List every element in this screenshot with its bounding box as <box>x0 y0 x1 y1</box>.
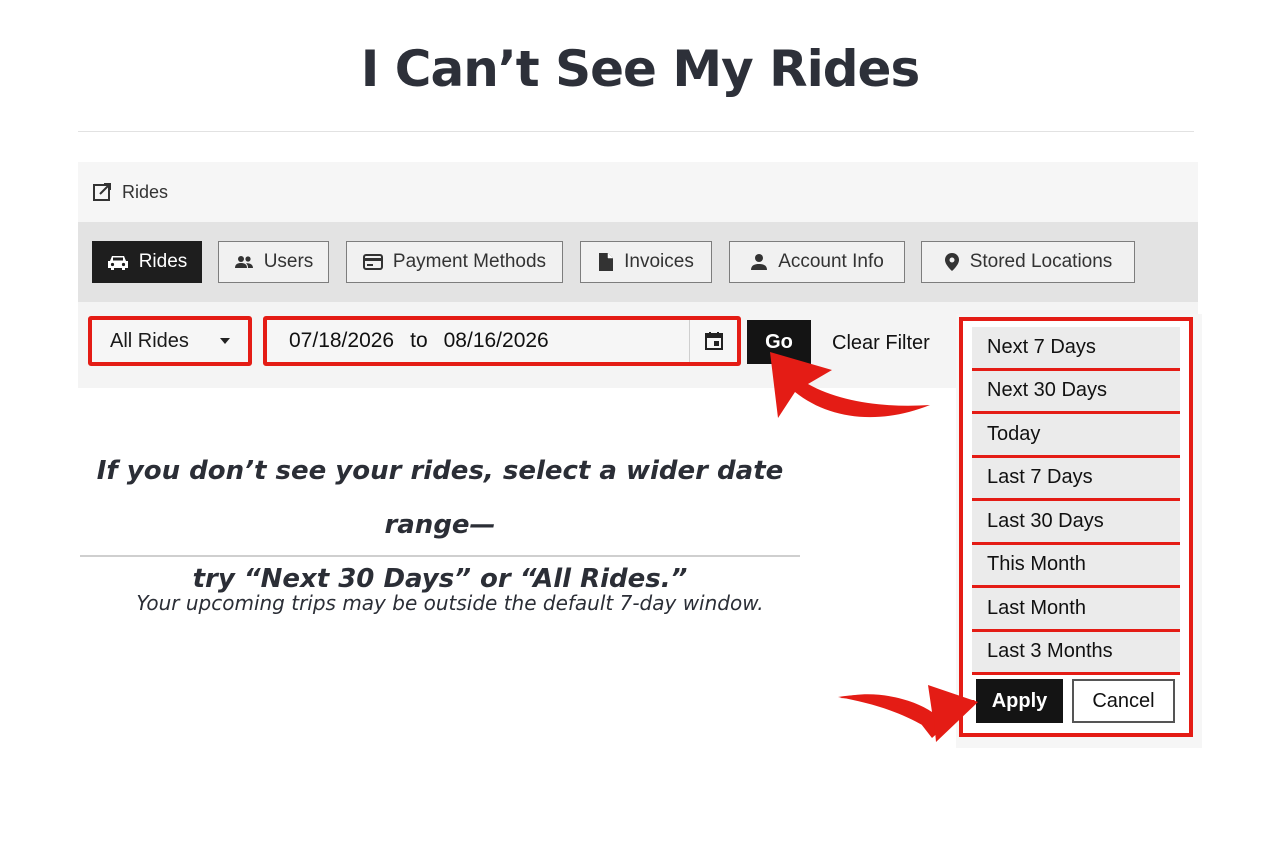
tab-stored-locations[interactable]: Stored Locations <box>921 241 1135 283</box>
range-option-next-7-days[interactable]: Next 7 Days <box>972 327 1180 371</box>
credit-card-icon <box>362 254 383 270</box>
main-nav: Rides Users Payment Methods Invoices Acc… <box>78 222 1198 302</box>
person-icon <box>750 253 768 271</box>
tab-users[interactable]: Users <box>218 241 329 283</box>
tab-stored-locations-label: Stored Locations <box>969 251 1113 272</box>
range-menu-actions: Apply Cancel <box>976 679 1175 723</box>
range-option-last-7-days[interactable]: Last 7 Days <box>972 457 1180 501</box>
callout-subtext: Your upcoming trips may be outside the d… <box>136 591 764 615</box>
range-option-this-month[interactable]: This Month <box>972 544 1180 588</box>
clear-filter-link[interactable]: Clear Filter <box>832 332 930 355</box>
callout-divider <box>80 555 800 557</box>
range-option-last-3-months[interactable]: Last 3 Months <box>972 631 1180 675</box>
users-icon <box>234 255 254 269</box>
go-button[interactable]: Go <box>747 320 811 364</box>
range-option-next-30-days[interactable]: Next 30 Days <box>972 370 1180 414</box>
tab-invoices[interactable]: Invoices <box>580 241 712 283</box>
document-icon <box>598 252 614 272</box>
callout-line-1: If you don’t see your rides, select a wi… <box>96 456 784 540</box>
tab-payment-methods-label: Payment Methods <box>392 251 547 272</box>
rides-select-highlight <box>88 316 252 366</box>
tab-account-info[interactable]: Account Info <box>729 241 905 283</box>
header-label: Rides <box>122 181 169 202</box>
car-icon <box>107 253 129 271</box>
page-title: I Can’t See My Rides <box>360 40 920 98</box>
apply-button[interactable]: Apply <box>976 679 1063 723</box>
tab-payment-methods[interactable]: Payment Methods <box>346 241 563 283</box>
tab-account-info-label: Account Info <box>778 251 884 272</box>
date-range-menu: Next 7 Days Next 30 Days Today Last 7 Da… <box>959 317 1193 737</box>
date-range-highlight <box>263 316 741 366</box>
range-option-today[interactable]: Today <box>972 414 1180 458</box>
range-option-last-month[interactable]: Last Month <box>972 588 1180 632</box>
tab-invoices-label: Invoices <box>624 251 694 272</box>
app-header: Rides <box>78 162 1198 222</box>
tab-rides[interactable]: Rides <box>92 241 202 283</box>
title-divider <box>78 131 1194 132</box>
location-pin-icon <box>944 252 960 272</box>
range-option-last-30-days[interactable]: Last 30 Days <box>972 501 1180 545</box>
external-link-icon[interactable] <box>92 182 112 202</box>
callout-heading: If you don’t see your rides, select a wi… <box>80 444 800 606</box>
tab-rides-label: Rides <box>138 251 188 272</box>
tab-users-label: Users <box>263 251 314 272</box>
cancel-button[interactable]: Cancel <box>1072 679 1175 723</box>
